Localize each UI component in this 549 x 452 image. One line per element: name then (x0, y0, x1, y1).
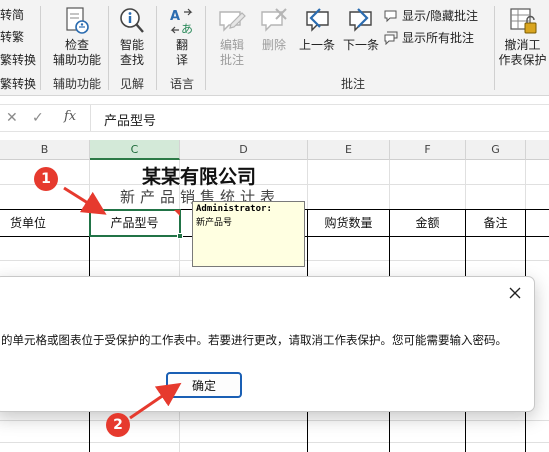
check-accessibility-button[interactable]: 检查 辅助功能 (48, 6, 106, 68)
unprotect-sheet-label: 撤消工 作表保护 (498, 38, 547, 67)
ribbon-separator (205, 6, 206, 90)
translate-icon: A あ (170, 8, 193, 36)
group-label-insights: 见解 (119, 77, 144, 91)
fill-handle[interactable] (177, 233, 183, 239)
comment-box[interactable]: Administrator: 新产品号 (192, 201, 305, 267)
dialog-message: 的单元格或图表位于受保护的工作表中。若要进行更改，请取消工作表保护。您可能需要输… (1, 333, 507, 347)
delete-comment-button[interactable]: 删除 (256, 6, 292, 53)
header-cell-amount[interactable]: 金额 (390, 210, 465, 236)
unprotect-sheet-button[interactable]: 撤消工 作表保护 (496, 6, 549, 68)
column-header-b[interactable]: B (0, 140, 90, 160)
check-accessibility-label: 检查 辅助功能 (52, 38, 101, 67)
translate-label: 翻 译 (175, 38, 188, 67)
close-icon[interactable] (508, 286, 522, 300)
ribbon-fragment-2[interactable]: 转繁 (0, 28, 24, 45)
next-comment-label: 下一条 (342, 38, 379, 52)
column-header-c[interactable]: C (90, 140, 180, 160)
edit-comment-label: 编辑 批注 (219, 38, 244, 67)
delete-comment-icon (261, 8, 287, 32)
annotation-badge-1: 1 (34, 167, 58, 191)
group-label-comments: 批注 (340, 77, 365, 91)
info-search-icon (120, 8, 144, 33)
smart-lookup-button[interactable]: 智能 查找 (112, 6, 152, 68)
previous-comment-icon (306, 8, 329, 32)
translate-button[interactable]: A あ 翻 译 (162, 6, 202, 68)
next-comment-icon (349, 8, 372, 32)
comments-icon (384, 31, 398, 45)
formula-input[interactable]: 产品型号 (104, 110, 156, 129)
formula-bar-row: ✕ ✓ fx 产品型号 (0, 104, 549, 132)
show-hide-comment-button[interactable]: 显示/隐藏批注 (384, 7, 478, 24)
previous-comment-label: 上一条 (298, 38, 335, 52)
sheet-title: 某某有限公司 (141, 166, 256, 188)
delete-comment-label: 删除 (261, 38, 286, 52)
unprotect-sheet-icon (509, 8, 536, 34)
formula-bar: ✕ ✓ fx 产品型号 (0, 96, 549, 140)
formula-bar-separator (90, 105, 91, 131)
show-all-comments-button[interactable]: 显示所有批注 (384, 29, 474, 46)
enter-icon[interactable]: ✓ (32, 110, 44, 126)
header-cell-remark[interactable]: 备注 (466, 210, 525, 236)
gridline (0, 420, 549, 421)
next-comment-button[interactable]: 下一条 (340, 6, 382, 53)
ribbon-separator (108, 6, 109, 90)
column-header-e[interactable]: E (308, 140, 390, 160)
edit-comment-button[interactable]: 编辑 批注 (212, 6, 252, 68)
ribbon-fragment-3[interactable]: 繁转换 (0, 51, 36, 68)
annotation-badge-2: 2 (106, 413, 130, 437)
ribbon-separator (156, 6, 157, 90)
gridline (0, 442, 549, 443)
cancel-icon[interactable]: ✕ (6, 110, 18, 126)
ok-button[interactable]: 确定 (166, 372, 242, 398)
ribbon-fragment-1[interactable]: 转简 (0, 6, 24, 23)
show-all-comments-label: 显示所有批注 (402, 31, 475, 45)
group-label-accessibility: 辅助功能 (52, 77, 101, 91)
insert-function-icon[interactable]: fx (64, 109, 76, 124)
selected-cell[interactable] (89, 209, 181, 237)
smart-lookup-label: 智能 查找 (119, 38, 144, 67)
ribbon-separator (494, 6, 495, 90)
ribbon: 转简 转繁 繁转换 繁转换 检查 辅助功能 辅助功能 智能 查找 见解 A あ … (0, 0, 549, 96)
protection-warning-dialog: 的单元格或图表位于受保护的工作表中。若要进行更改，请取消工作表保护。您可能需要输… (0, 276, 535, 412)
edit-comment-icon (219, 11, 246, 32)
comment-author: Administrator: (196, 204, 272, 214)
accessibility-check-icon (66, 7, 89, 34)
header-cell-unit[interactable]: 货单位 (0, 210, 56, 236)
comment-indicator (174, 210, 180, 216)
previous-comment-button[interactable]: 上一条 (296, 6, 338, 53)
ribbon-fragment-4: 繁转换 (0, 77, 37, 91)
show-hide-comment-label: 显示/隐藏批注 (402, 9, 479, 23)
comment-toggle-icon (384, 10, 397, 22)
column-header-d[interactable]: D (180, 140, 308, 160)
header-cell-purchase-qty[interactable]: 购货数量 (308, 210, 389, 236)
column-headers: B C D E F G (0, 140, 549, 160)
ribbon-separator (40, 6, 41, 90)
svg-text:あ: あ (181, 22, 193, 36)
group-label-language: 语言 (169, 77, 194, 91)
comment-text: 新产品号 (196, 218, 233, 228)
svg-text:A: A (170, 9, 180, 24)
column-header-g[interactable]: G (466, 140, 526, 160)
column-header-f[interactable]: F (390, 140, 466, 160)
